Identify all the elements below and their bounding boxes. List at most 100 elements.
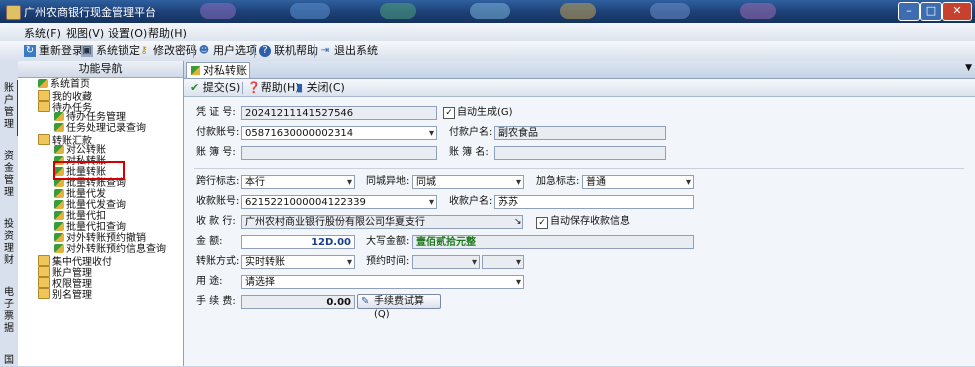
- toolbar-divider: [314, 44, 315, 58]
- menu-bar: 系统(F) 视图(V) 设置(O) 帮助(H): [0, 23, 975, 42]
- transfer-mode-select[interactable]: 实时转账: [241, 255, 355, 269]
- tab-account-management[interactable]: 账户管理: [2, 83, 16, 131]
- folder-icon: [38, 288, 50, 299]
- toolbar-divider: [193, 44, 194, 58]
- book-no-field: [241, 146, 437, 160]
- book-name-label: 账 簿 名:: [449, 147, 489, 158]
- close-button[interactable]: ▮ 关闭(C): [297, 80, 345, 95]
- door-icon: ▮: [297, 81, 304, 94]
- help-icon: ?: [259, 45, 271, 57]
- online-help-button[interactable]: ? 联机帮助: [259, 43, 318, 59]
- title-decoration: [740, 3, 776, 19]
- key-icon: ⚷: [140, 45, 148, 56]
- highlight-box: [53, 161, 125, 180]
- window-title: 广州农商银行现金管理平台: [24, 6, 156, 19]
- transfer-icon: [54, 211, 64, 220]
- amount-upper-label: 大写金额:: [366, 236, 410, 247]
- fee-field: 0.00: [241, 295, 355, 309]
- menu-system[interactable]: 系统(F): [24, 25, 61, 41]
- form-divider: [194, 168, 964, 169]
- menu-view[interactable]: 视图(V): [66, 25, 104, 41]
- urgent-select[interactable]: 普通: [582, 175, 694, 189]
- recv-name-label: 收款户名:: [449, 196, 493, 207]
- transfer-icon: [54, 244, 64, 253]
- transfer-mode-label: 转账方式:: [196, 256, 240, 267]
- amount-upper-field: 壹佰贰拾元整: [412, 235, 694, 249]
- appoint-date-select[interactable]: [412, 255, 480, 269]
- tab-more[interactable]: 国: [2, 355, 16, 367]
- title-decoration: [380, 3, 416, 19]
- recv-name-field[interactable]: 苏苏: [494, 195, 694, 209]
- transfer-icon: [54, 200, 64, 209]
- home-icon: [38, 79, 48, 88]
- transfer-icon: [54, 233, 64, 242]
- autosave-checkbox[interactable]: ✓: [536, 217, 548, 229]
- samecity-select[interactable]: 同城: [412, 175, 524, 189]
- book-no-label: 账 簿 号:: [196, 147, 236, 158]
- recv-account-select[interactable]: 6215221000004122339: [241, 195, 437, 209]
- title-decoration: [560, 3, 596, 19]
- crossbank-select[interactable]: 本行: [241, 175, 355, 189]
- tab-personal-transfer[interactable]: 对私转账: [186, 62, 250, 78]
- folder-icon: [38, 277, 50, 288]
- tab-strip: 对私转账 ▼: [184, 61, 975, 79]
- purpose-select[interactable]: 请选择: [241, 275, 524, 289]
- select-bank-icon[interactable]: ↘: [514, 217, 522, 227]
- title-decoration: [470, 3, 510, 19]
- toolbar: ↻ 重新登录 ▣ 系统锁定 ⚷ 修改密码 ☻ 用户选项 ? 联机帮助 ⇥ 退出系统: [0, 41, 975, 62]
- check-icon: ✔: [190, 81, 200, 94]
- nav-title: 功能导航: [18, 61, 183, 78]
- title-decoration: [290, 3, 330, 19]
- task-icon: [54, 112, 64, 121]
- appoint-hour-select[interactable]: [482, 255, 524, 269]
- lock-button[interactable]: ▣ 系统锁定: [81, 43, 140, 59]
- tab-fund-management[interactable]: 资金管理: [2, 151, 16, 199]
- fee-calc-button[interactable]: ✎ 手续费试算(Q): [357, 294, 441, 320]
- pay-account-label: 付款账号:: [196, 127, 240, 138]
- autogen-checkbox[interactable]: ✓: [443, 107, 455, 119]
- nav-item-aliases[interactable]: 别名管理: [38, 288, 92, 301]
- user-icon: ☻: [198, 45, 210, 56]
- amount-field[interactable]: 12D.00: [241, 235, 355, 249]
- lock-icon: ▣: [81, 45, 93, 57]
- tab-menu-arrow-icon[interactable]: ▼: [965, 63, 972, 73]
- samecity-label: 同城异地:: [366, 176, 410, 187]
- change-password-button[interactable]: ⚷ 修改密码: [138, 43, 197, 59]
- exit-icon: ⇥: [320, 45, 330, 56]
- folder-icon: [38, 266, 50, 277]
- folder-icon: [38, 101, 50, 112]
- folder-icon: [38, 255, 50, 266]
- help-button[interactable]: ❓帮助(H): [247, 80, 300, 95]
- appoint-time-label: 预约时间:: [366, 256, 410, 267]
- app-icon: [6, 5, 21, 20]
- maximize-button[interactable]: □: [920, 2, 942, 21]
- tab-investment[interactable]: 投资理财: [2, 219, 16, 267]
- submit-button[interactable]: ✔ 提交(S): [190, 80, 240, 95]
- menu-settings[interactable]: 设置(O): [108, 25, 147, 41]
- urgent-label: 加急标志:: [536, 176, 580, 187]
- close-window-button[interactable]: ✕: [942, 2, 972, 21]
- tab-e-bills[interactable]: 电子票据: [2, 287, 16, 335]
- recv-account-label: 收款账号:: [196, 196, 240, 207]
- content-area: 对私转账 ▼ ✔ 提交(S) ❓帮助(H) ▮ 关闭(C) 凭 证 号: 202…: [184, 61, 975, 366]
- user-options-button[interactable]: ☻ 用户选项: [198, 43, 257, 59]
- voucher-field: 20241211141527546: [241, 106, 437, 120]
- book-name-field: [494, 146, 666, 160]
- action-bar: ✔ 提交(S) ❓帮助(H) ▮ 关闭(C): [184, 79, 975, 97]
- transfer-icon: [54, 189, 64, 198]
- payer-name-field: 副农食品: [494, 126, 666, 140]
- fee-label: 手 续 费:: [196, 296, 236, 307]
- calculator-icon: ✎: [361, 296, 370, 307]
- transfer-icon: [54, 222, 64, 231]
- action-divider: [242, 82, 243, 94]
- menu-help[interactable]: 帮助(H): [148, 25, 187, 41]
- folder-icon: [38, 134, 50, 145]
- relogin-button[interactable]: ↻ 重新登录: [24, 43, 83, 59]
- pay-account-select[interactable]: 05871630000002314: [241, 126, 437, 140]
- minimize-button[interactable]: –: [898, 2, 920, 21]
- exit-button[interactable]: ⇥ 退出系统: [319, 43, 378, 59]
- nav-panel: 功能导航 系统首页 我的收藏 待办任务 待办任务管理 任务处理记录查询 转账汇款…: [18, 61, 184, 366]
- transfer-icon: [54, 145, 64, 154]
- star-icon: [38, 90, 50, 101]
- autosave-label: 自动保存收款信息: [550, 216, 630, 227]
